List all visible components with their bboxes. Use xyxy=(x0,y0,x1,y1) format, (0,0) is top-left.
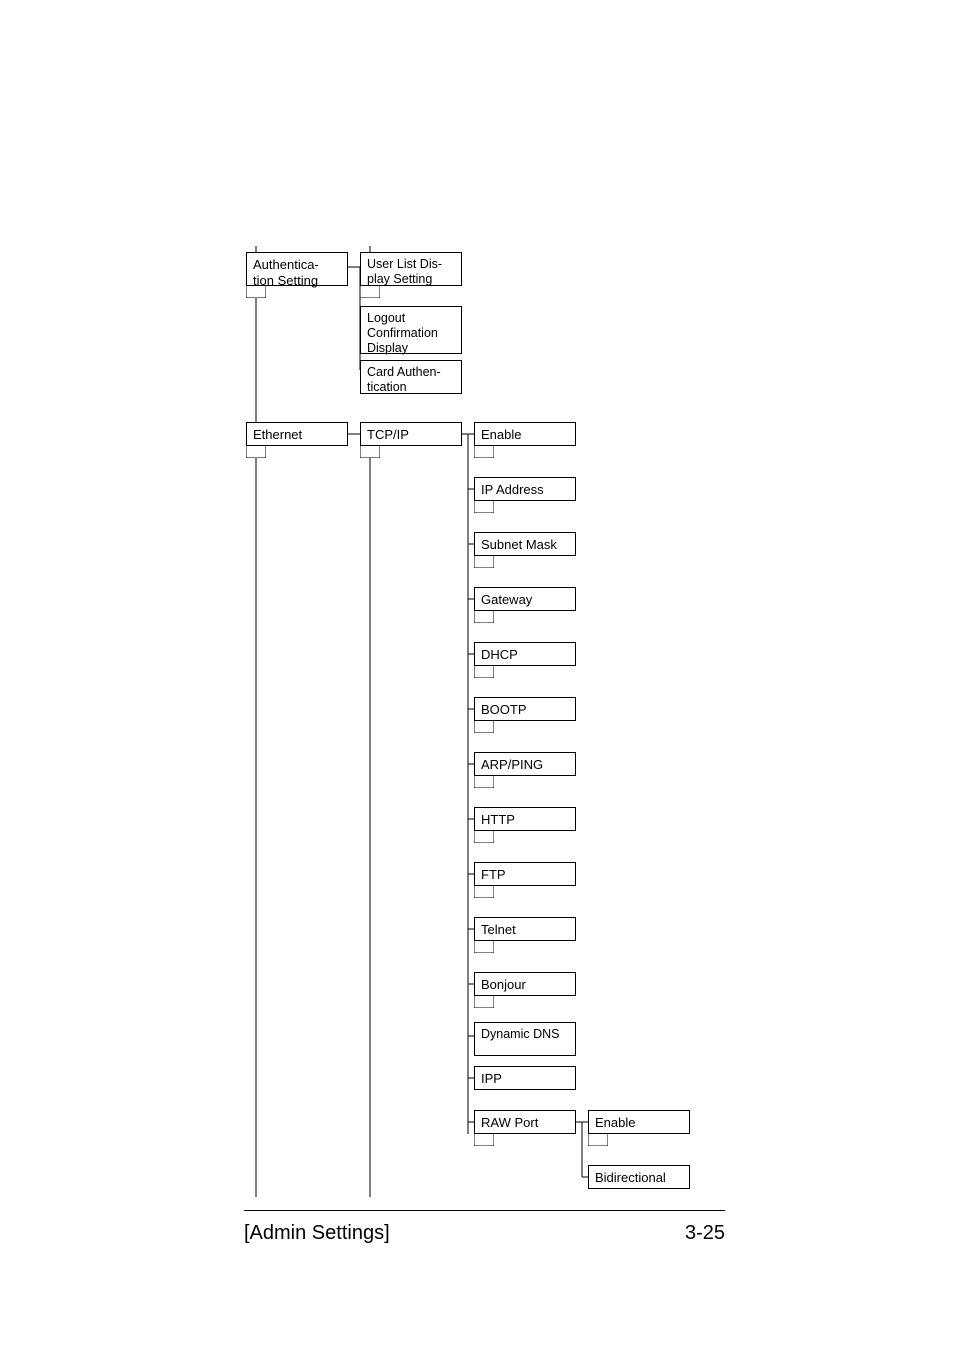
node-bootp: BOOTP xyxy=(474,697,576,721)
node-subnet-mask: Subnet Mask xyxy=(474,532,576,556)
node-dhcp: DHCP xyxy=(474,642,576,666)
tab-dhcp xyxy=(474,666,494,678)
node-tcpip: TCP/IP xyxy=(360,422,462,446)
node-logout-confirmation-display: Logout Confirmation Display xyxy=(360,306,462,354)
node-rawport-enable: Enable xyxy=(588,1110,690,1134)
node-http: HTTP xyxy=(474,807,576,831)
node-ethernet: Ethernet xyxy=(246,422,348,446)
node-card-authentication: Card Authen- tication xyxy=(360,360,462,394)
node-gateway: Gateway xyxy=(474,587,576,611)
footer-left: [Admin Settings] xyxy=(244,1222,390,1245)
tab-userlist xyxy=(360,286,380,298)
node-dynamic-dns: Dynamic DNS xyxy=(474,1022,576,1056)
tab-bootp xyxy=(474,721,494,733)
tab-telnet xyxy=(474,941,494,953)
node-user-list-display-setting: User List Dis- play Setting xyxy=(360,252,462,286)
tab-auth xyxy=(246,286,266,298)
node-raw-port: RAW Port xyxy=(474,1110,576,1134)
tab-tcpip xyxy=(360,446,380,458)
node-authentication-setting: Authentica- tion Setting xyxy=(246,252,348,286)
tab-ftp xyxy=(474,886,494,898)
tab-subnet xyxy=(474,556,494,568)
tab-rawport xyxy=(474,1134,494,1146)
node-bonjour: Bonjour xyxy=(474,972,576,996)
node-ftp: FTP xyxy=(474,862,576,886)
tab-http xyxy=(474,831,494,843)
tab-ethernet xyxy=(246,446,266,458)
node-arpping: ARP/PING xyxy=(474,752,576,776)
footer-right: 3-25 xyxy=(685,1222,725,1245)
node-ipp: IPP xyxy=(474,1066,576,1090)
footer-rule xyxy=(244,1210,725,1211)
page-footer: [Admin Settings] 3-25 xyxy=(244,1222,725,1245)
node-bidirectional: Bidirectional xyxy=(588,1165,690,1189)
node-enable: Enable xyxy=(474,422,576,446)
tab-gateway xyxy=(474,611,494,623)
tab-arpping xyxy=(474,776,494,788)
tab-enable xyxy=(474,446,494,458)
node-ip-address: IP Address xyxy=(474,477,576,501)
tab-bonjour xyxy=(474,996,494,1008)
node-telnet: Telnet xyxy=(474,917,576,941)
page: Authentica- tion Setting Ethernet User L… xyxy=(0,0,954,1350)
tab-rawport-enable xyxy=(588,1134,608,1146)
tab-ip xyxy=(474,501,494,513)
